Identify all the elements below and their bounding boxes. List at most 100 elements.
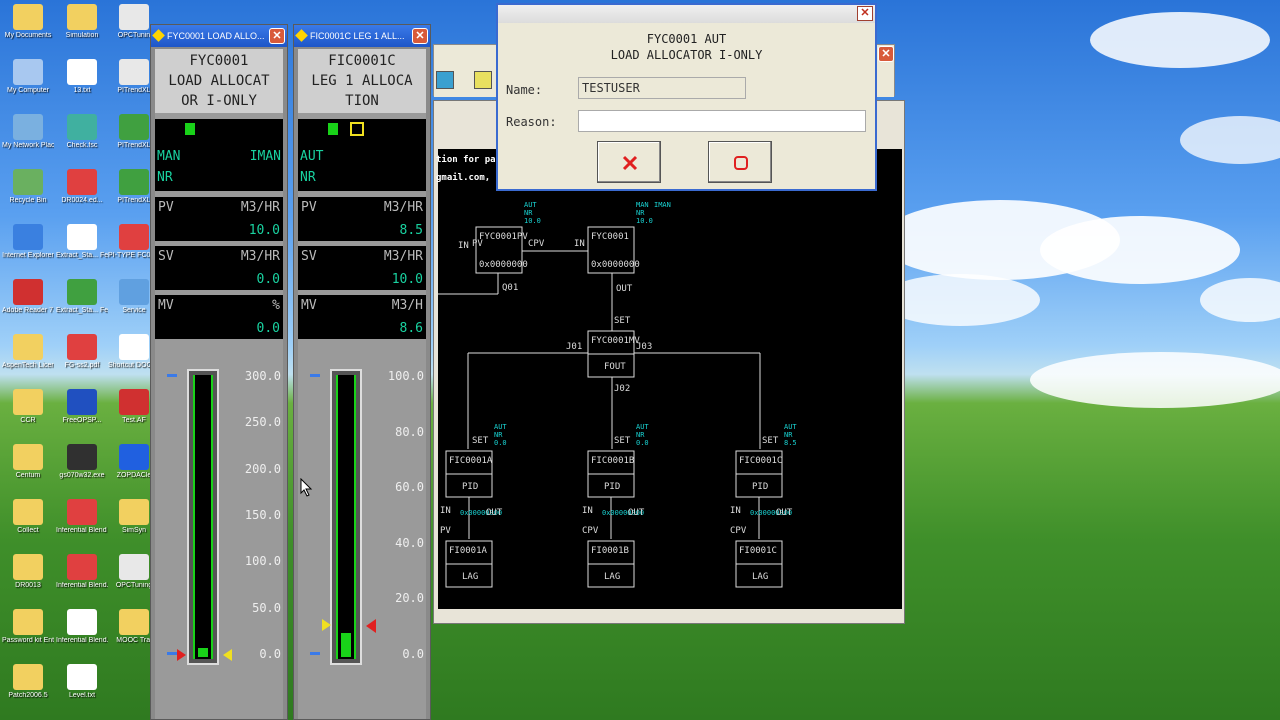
desktop-icon[interactable]: DR0024.ed...	[56, 169, 108, 205]
diagram-label: FIC0001B	[591, 456, 634, 466]
pv-panel[interactable]: PV M3/HR 10.0	[155, 197, 283, 241]
desktop-icon[interactable]: Adobe Reader 7.0	[2, 279, 54, 315]
toolbar-icon[interactable]	[436, 71, 454, 89]
desktop-icon[interactable]: Level.txt	[56, 664, 108, 700]
alarm-status: NR	[300, 170, 316, 185]
desktop-icon[interactable]: Internet Explorer	[2, 224, 54, 260]
desktop-icon[interactable]: AspenTech Licensing	[2, 334, 54, 370]
file-icon	[119, 499, 149, 525]
sv-marker[interactable]	[167, 652, 177, 655]
bar-graph-area[interactable]: 300.0 250.0 200.0 150.0 100.0 50.0 0.0	[155, 369, 283, 679]
desktop-icon[interactable]: Check.fsc	[56, 114, 108, 150]
desktop-icon[interactable]: Extract_Sta... Feb_2_18.xls	[56, 279, 108, 315]
file-icon	[67, 224, 97, 250]
pv-panel[interactable]: PV M3/HR 8.5	[298, 197, 426, 241]
diagram-label: OUT	[776, 508, 793, 518]
diagram-label: LAG	[752, 572, 768, 582]
mode-text: AUT	[300, 149, 324, 164]
execute-button[interactable]	[708, 141, 772, 183]
scale-tick-label: 20.0	[395, 591, 424, 606]
desktop-icon[interactable]: FG-ss2.pdf	[56, 334, 108, 370]
diagram-label: IN	[582, 506, 593, 516]
scale-tick-label: 80.0	[395, 424, 424, 439]
desktop-icon[interactable]: DR0013	[2, 554, 54, 590]
file-icon	[119, 444, 149, 470]
cancel-x-icon	[622, 155, 638, 171]
mv-pointer[interactable]	[322, 619, 331, 631]
name-field[interactable]: TESTUSER	[578, 77, 746, 99]
desktop-icon[interactable]: Inferential Blend.pdf	[56, 554, 108, 590]
file-icon	[13, 224, 43, 250]
desktop-icon-label: Simulation	[65, 32, 99, 39]
cancel-button[interactable]	[597, 141, 661, 183]
pv-label: PV	[301, 200, 317, 215]
status-lamp	[185, 123, 195, 135]
desktop-icon[interactable]: Simulation	[56, 4, 108, 40]
diagram-label: NR	[636, 431, 645, 439]
dialog-title-bar[interactable]: ✕	[498, 5, 875, 23]
diagram-label: AUT	[636, 423, 649, 431]
sv-unit: M3/HR	[383, 249, 423, 264]
pv-label: PV	[158, 200, 174, 215]
desktop-icon-area: My Documents Simulation OPCTunin My Compute…	[0, 0, 160, 720]
desktop-icon[interactable]: My Network Places	[2, 114, 54, 150]
desktop-icon[interactable]: FreeOPSP...	[56, 389, 108, 425]
close-icon[interactable]: ✕	[269, 28, 285, 44]
desktop-icon[interactable]: Recycle Bin	[2, 169, 54, 205]
mode-status-panel[interactable]: MAN IMAN NR	[155, 119, 283, 191]
mv-pointer[interactable]	[177, 649, 186, 661]
faceplate-icon	[295, 29, 308, 42]
bar-graph[interactable]	[330, 369, 362, 665]
desktop-icon[interactable]: Inferential Blend.txt	[56, 609, 108, 645]
diagram-label: FIC0001C	[739, 456, 782, 466]
sv-panel[interactable]: SV M3/HR 10.0	[298, 246, 426, 290]
sv-marker[interactable]	[310, 652, 320, 655]
bar-graph-area[interactable]: 100.0 80.0 60.0 40.0 20.0 0.0	[298, 369, 426, 679]
desktop-icon[interactable]: Inferential Blend (1).pdf	[56, 499, 108, 535]
close-icon[interactable]: ✕	[857, 6, 873, 21]
diagram-label: PV	[472, 239, 483, 249]
scale-tick-label: 250.0	[244, 415, 281, 430]
function-block-diagram: FYC0001PV0x0000000FYC00010x0000000PVIN CP…	[438, 201, 797, 588]
desktop-icon[interactable]: My Documents	[2, 4, 54, 40]
scale-tick-label: 150.0	[244, 508, 281, 522]
mode-status-panel[interactable]: AUT NR	[298, 119, 426, 191]
desktop-icon[interactable]: gs070w32.exe	[56, 444, 108, 480]
bar-graph[interactable]	[187, 369, 219, 665]
tag-line: FYC0001	[189, 53, 249, 69]
desktop-icon[interactable]: CCR	[2, 389, 54, 425]
file-icon	[119, 169, 149, 195]
sv-label: SV	[158, 249, 174, 264]
background-window-close-button[interactable]: ✕	[878, 46, 894, 62]
file-icon	[13, 59, 43, 85]
mv-panel[interactable]: MV M3/H 8.6	[298, 295, 426, 339]
sv-panel[interactable]: SV M3/HR 0.0	[155, 246, 283, 290]
desktop-icon[interactable]: Centum	[2, 444, 54, 480]
desktop-icon[interactable]: Patch2006.5	[2, 664, 54, 700]
message-icon[interactable]	[350, 122, 364, 136]
sv-pointer[interactable]	[223, 649, 232, 661]
tag-name[interactable]: FIC0001C LEG 1 ALLOCA TION	[298, 49, 426, 113]
file-icon	[13, 169, 43, 195]
file-icon	[13, 389, 43, 415]
sv-pointer[interactable]	[366, 619, 376, 633]
toolbar-icon[interactable]	[474, 71, 492, 89]
desktop-icon[interactable]: My Computer	[2, 59, 54, 95]
tag-name[interactable]: FYC0001 LOAD ALLOCAT OR I-ONLY	[155, 49, 283, 113]
desktop-icon[interactable]: Collect	[2, 499, 54, 535]
alarm-status: NR	[157, 170, 173, 185]
diagram-label: SET	[614, 436, 631, 446]
desktop-icon-label: My Documents	[4, 32, 52, 39]
desktop-icon[interactable]: 13.txt	[56, 59, 108, 95]
scale-tick-label: 300.0	[244, 369, 281, 383]
file-icon	[67, 59, 97, 85]
faceplate-fic0001c: FIC0001C LEG 1 ALL... ✕ FIC0001C LEG 1 A…	[293, 24, 431, 720]
close-icon[interactable]: ✕	[412, 28, 428, 44]
reason-input[interactable]	[578, 110, 866, 132]
desktop-icon-label: My Computer	[6, 87, 49, 94]
diagram-label: Q01	[502, 283, 518, 293]
file-icon	[119, 59, 149, 85]
desktop-icon[interactable]: Password kit Enterprise...	[2, 609, 54, 645]
mv-panel[interactable]: MV % 0.0	[155, 295, 283, 339]
desktop-icon[interactable]: Extract_Sta... Feb_2_18.txt	[56, 224, 108, 260]
